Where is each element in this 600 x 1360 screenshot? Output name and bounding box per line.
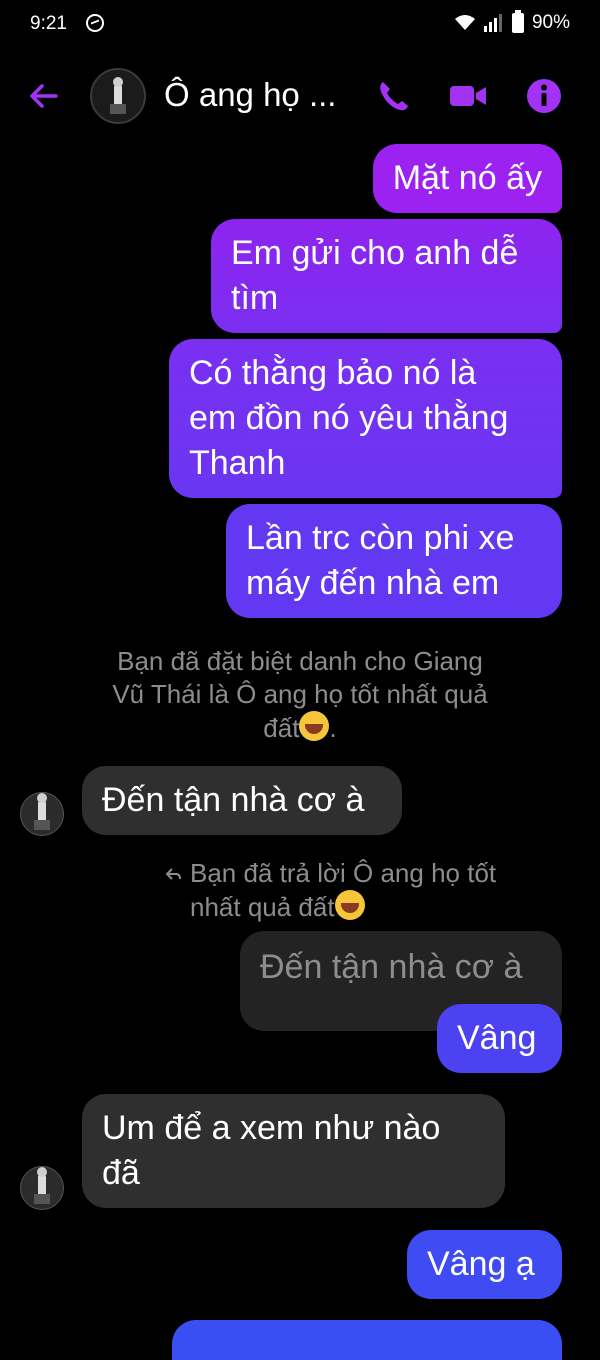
reply-note: Bạn đã trả lời Ô ang họ tốt nhất quả đất	[165, 857, 545, 924]
status-bar: 9:21 90%	[0, 0, 600, 52]
phone-icon[interactable]	[374, 76, 414, 116]
message-text: Vâng ạ	[427, 1245, 535, 1283]
message-out-vang-a[interactable]: Vâng ạ	[407, 1230, 562, 1299]
message-text: em đồn nó yêu thằng	[189, 399, 509, 437]
message-out-2[interactable]: Em gửi cho anh dễ tìm	[211, 219, 562, 333]
info-icon[interactable]	[524, 76, 564, 116]
message-out-1[interactable]: Mặt nó ấy	[372, 144, 562, 213]
avatar[interactable]	[20, 792, 64, 836]
reply-text: nhất quả đất	[190, 892, 335, 922]
avatar[interactable]	[20, 1166, 64, 1210]
message-text: Lần trc còn phi xe	[246, 519, 515, 557]
conversation-title[interactable]: Ô ang họ ...	[164, 76, 336, 114]
status-right: 90%	[454, 10, 570, 34]
system-text: .	[329, 713, 337, 743]
contact-avatar[interactable]	[90, 68, 146, 124]
laughing-emoji-icon	[299, 711, 330, 741]
message-text: Có thằng bảo nó là	[189, 354, 477, 392]
message-text: máy đến nhà em	[246, 564, 500, 602]
message-out-4[interactable]: Lần trc còn phi xe máy đến nhà em	[226, 504, 562, 618]
wifi-icon	[454, 14, 476, 32]
system-text: Vũ Thái là Ô ang họ tốt nhất quả	[112, 679, 488, 709]
laughing-emoji-icon	[334, 890, 365, 920]
message-text: Thanh	[189, 444, 286, 482]
message-text: tìm	[231, 279, 279, 317]
battery-icon	[511, 10, 524, 33]
messenger-icon	[86, 14, 104, 32]
reply-text: Bạn đã trả lời Ô ang họ tốt	[190, 858, 497, 888]
back-arrow-icon[interactable]	[26, 78, 62, 114]
message-in-2[interactable]: Um để a xem như nào đã	[82, 1094, 505, 1208]
battery-percent: 90%	[531, 12, 570, 33]
system-text: Bạn đã đặt biệt danh cho Giang	[117, 646, 483, 676]
video-camera-icon[interactable]	[448, 76, 488, 116]
message-in-1[interactable]: Đến tận nhà cơ à	[82, 766, 402, 835]
conversation-header: Ô ang họ ...	[0, 52, 600, 142]
signal-icon	[483, 14, 504, 32]
reply-arrow-icon	[165, 859, 183, 880]
message-out-3[interactable]: Có thằng bảo nó là em đồn nó yêu thằng T…	[169, 339, 562, 498]
system-text: đất	[263, 713, 300, 743]
system-notice: Bạn đã đặt biệt danh cho Giang Vũ Thái l…	[60, 645, 540, 745]
message-text: Vâng	[457, 1019, 537, 1057]
message-text: Um để a xem như nào	[102, 1109, 441, 1147]
status-time: 9:21	[30, 13, 67, 34]
quoted-text: Đến tận nhà cơ à	[260, 948, 523, 986]
message-out-vang[interactable]: Vâng	[437, 1004, 562, 1073]
message-text: Mặt nó ấy	[392, 159, 542, 197]
message-text: Em gửi cho anh dễ	[231, 234, 519, 272]
message-text: Đến tận nhà cơ à	[102, 781, 365, 819]
message-out-partial[interactable]	[172, 1320, 562, 1360]
message-text: đã	[102, 1154, 140, 1192]
